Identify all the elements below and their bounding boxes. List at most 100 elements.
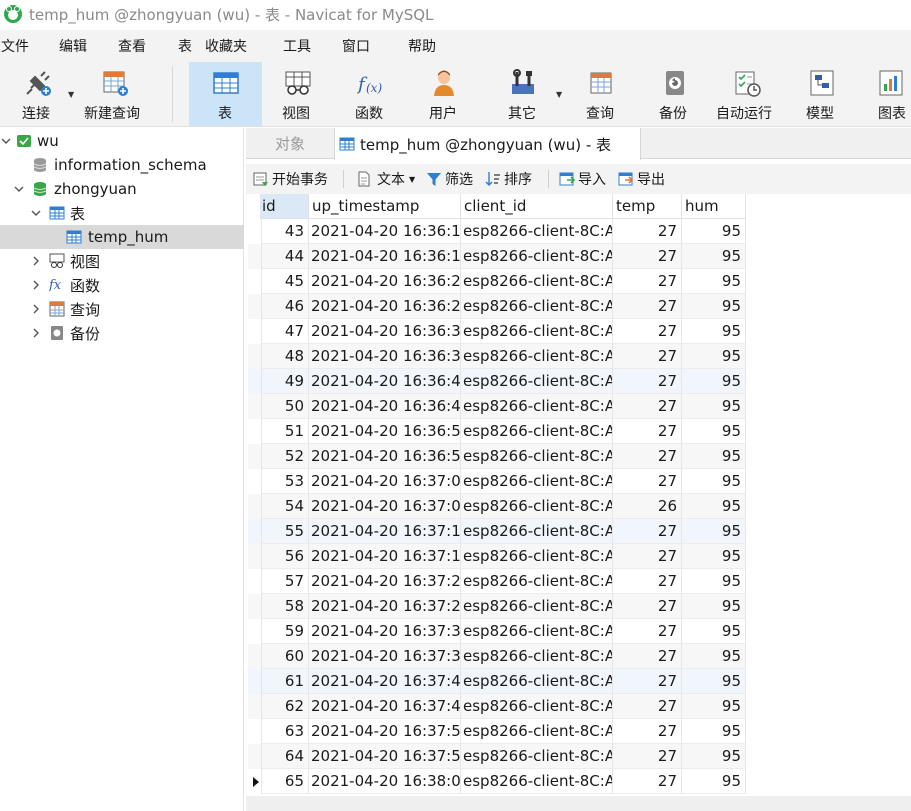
cell-up-timestamp[interactable]: 2021-04-20 16:37:44 (309, 669, 461, 694)
begin-transaction-button[interactable]: 开始事务 (253, 169, 328, 189)
cell-up-timestamp[interactable]: 2021-04-20 16:36:39 (309, 344, 461, 369)
cell-id[interactable]: 57 (262, 569, 309, 594)
cell-hum[interactable]: 95 (682, 469, 746, 494)
cell-temp[interactable]: 27 (613, 619, 682, 644)
menu-table[interactable]: 表 (178, 36, 192, 56)
cell-up-timestamp[interactable]: 2021-04-20 16:36:44 (309, 369, 461, 394)
row-indicator[interactable] (248, 694, 262, 719)
tree-connection-wu[interactable]: wu (0, 129, 244, 153)
cell-client-id[interactable]: esp8266-client-8C:A (461, 394, 613, 419)
cell-up-timestamp[interactable]: 2021-04-20 16:36:29 (309, 294, 461, 319)
cell-client-id[interactable]: esp8266-client-8C:A (461, 294, 613, 319)
cell-up-timestamp[interactable]: 2021-04-20 16:36:59 (309, 444, 461, 469)
cell-up-timestamp[interactable]: 2021-04-20 16:37:29 (309, 594, 461, 619)
tree-db-zhongyuan[interactable]: zhongyuan (0, 177, 244, 201)
cell-temp[interactable]: 27 (613, 369, 682, 394)
cell-up-timestamp[interactable]: 2021-04-20 16:38:04 (309, 769, 461, 794)
row-indicator[interactable] (248, 669, 262, 694)
table-row[interactable]: 46 2021-04-20 16:36:29 esp8266-client-8C:A… (248, 294, 746, 319)
cell-up-timestamp[interactable]: 2021-04-20 16:36:14 (309, 219, 461, 244)
cell-hum[interactable]: 95 (682, 519, 746, 544)
column-header-id[interactable]: id (260, 194, 309, 219)
cell-id[interactable]: 62 (262, 694, 309, 719)
cell-temp[interactable]: 27 (613, 569, 682, 594)
cell-temp[interactable]: 27 (613, 644, 682, 669)
table-row[interactable]: 62 2021-04-20 16:37:49 esp8266-client-8C:A… (248, 694, 746, 719)
cell-temp[interactable]: 27 (613, 269, 682, 294)
cell-temp[interactable]: 27 (613, 769, 682, 794)
cell-temp[interactable]: 27 (613, 719, 682, 744)
table-row[interactable]: 53 2021-04-20 16:37:04 esp8266-client-8C:A… (248, 469, 746, 494)
import-button[interactable]: 导入 (559, 169, 606, 189)
cell-hum[interactable]: 95 (682, 769, 746, 794)
column-header-up-timestamp[interactable]: up_timestamp (309, 194, 461, 219)
cell-hum[interactable]: 95 (682, 719, 746, 744)
table-row[interactable]: 64 2021-04-20 16:37:59 esp8266-client-8C:A… (248, 744, 746, 769)
cell-client-id[interactable]: esp8266-client-8C:A (461, 319, 613, 344)
row-indicator[interactable] (248, 494, 262, 519)
cell-up-timestamp[interactable]: 2021-04-20 16:37:19 (309, 544, 461, 569)
tree-queries-node[interactable]: 查询 (0, 297, 244, 321)
cell-hum[interactable]: 95 (682, 244, 746, 269)
autorun-button[interactable]: 自动运行 (716, 62, 778, 126)
cell-hum[interactable]: 95 (682, 369, 746, 394)
menu-file[interactable]: 文件 (1, 36, 29, 56)
cell-id[interactable]: 52 (262, 444, 309, 469)
cell-client-id[interactable]: esp8266-client-8C:A (461, 719, 613, 744)
cell-temp[interactable]: 27 (613, 669, 682, 694)
cell-up-timestamp[interactable]: 2021-04-20 16:37:14 (309, 519, 461, 544)
cell-hum[interactable]: 95 (682, 619, 746, 644)
cell-id[interactable]: 63 (262, 719, 309, 744)
cell-id[interactable]: 56 (262, 544, 309, 569)
view-button[interactable]: 视图 (270, 62, 326, 126)
cell-id[interactable]: 65 (262, 769, 309, 794)
cell-temp[interactable]: 27 (613, 519, 682, 544)
cell-id[interactable]: 55 (262, 519, 309, 544)
tab-objects[interactable]: 对象 (246, 128, 334, 159)
chevron-right-icon[interactable] (30, 279, 42, 291)
cell-client-id[interactable]: esp8266-client-8C:A (461, 744, 613, 769)
tree-tables-node[interactable]: 表 (0, 201, 244, 225)
cell-id[interactable]: 49 (262, 369, 309, 394)
row-indicator[interactable] (248, 519, 262, 544)
cell-temp[interactable]: 27 (613, 219, 682, 244)
row-indicator[interactable] (248, 444, 262, 469)
cell-client-id[interactable]: esp8266-client-8C:A (461, 644, 613, 669)
cell-client-id[interactable]: esp8266-client-8C:A (461, 694, 613, 719)
row-indicator[interactable] (248, 244, 262, 269)
cell-id[interactable]: 46 (262, 294, 309, 319)
cell-hum[interactable]: 95 (682, 444, 746, 469)
cell-client-id[interactable]: esp8266-client-8C:A (461, 544, 613, 569)
chevron-right-icon[interactable] (30, 303, 42, 315)
row-indicator[interactable] (248, 294, 262, 319)
query-button[interactable]: 查询 (578, 62, 624, 126)
connect-dropdown-icon[interactable]: ▼ (68, 90, 74, 99)
cell-id[interactable]: 61 (262, 669, 309, 694)
cell-up-timestamp[interactable]: 2021-04-20 16:37:59 (309, 744, 461, 769)
cell-up-timestamp[interactable]: 2021-04-20 16:37:04 (309, 469, 461, 494)
cell-hum[interactable]: 95 (682, 269, 746, 294)
cell-hum[interactable]: 95 (682, 544, 746, 569)
cell-hum[interactable]: 95 (682, 344, 746, 369)
table-row[interactable]: 55 2021-04-20 16:37:14 esp8266-client-8C:A… (248, 519, 746, 544)
table-row[interactable]: 49 2021-04-20 16:36:44 esp8266-client-8C:A… (248, 369, 746, 394)
table-row[interactable]: 54 2021-04-20 16:37:09 esp8266-client-8C:A… (248, 494, 746, 519)
row-indicator[interactable] (248, 744, 262, 769)
row-indicator[interactable] (248, 719, 262, 744)
cell-temp[interactable]: 27 (613, 544, 682, 569)
row-indicator[interactable] (248, 769, 262, 794)
row-indicator[interactable] (248, 569, 262, 594)
cell-temp[interactable]: 27 (613, 444, 682, 469)
column-header-client-id[interactable]: client_id (461, 194, 613, 219)
tree-functions-node[interactable]: fx 函数 (0, 273, 244, 297)
cell-client-id[interactable]: esp8266-client-8C:A (461, 344, 613, 369)
table-row[interactable]: 63 2021-04-20 16:37:54 esp8266-client-8C:A… (248, 719, 746, 744)
cell-temp[interactable]: 27 (613, 319, 682, 344)
table-row[interactable]: 58 2021-04-20 16:37:29 esp8266-client-8C:A… (248, 594, 746, 619)
chevron-right-icon[interactable] (30, 327, 42, 339)
row-indicator[interactable] (248, 219, 262, 244)
cell-client-id[interactable]: esp8266-client-8C:A (461, 669, 613, 694)
cell-client-id[interactable]: esp8266-client-8C:A (461, 619, 613, 644)
cell-client-id[interactable]: esp8266-client-8C:A (461, 219, 613, 244)
table-row[interactable]: 44 2021-04-20 16:36:19 esp8266-client-8C:A… (248, 244, 746, 269)
